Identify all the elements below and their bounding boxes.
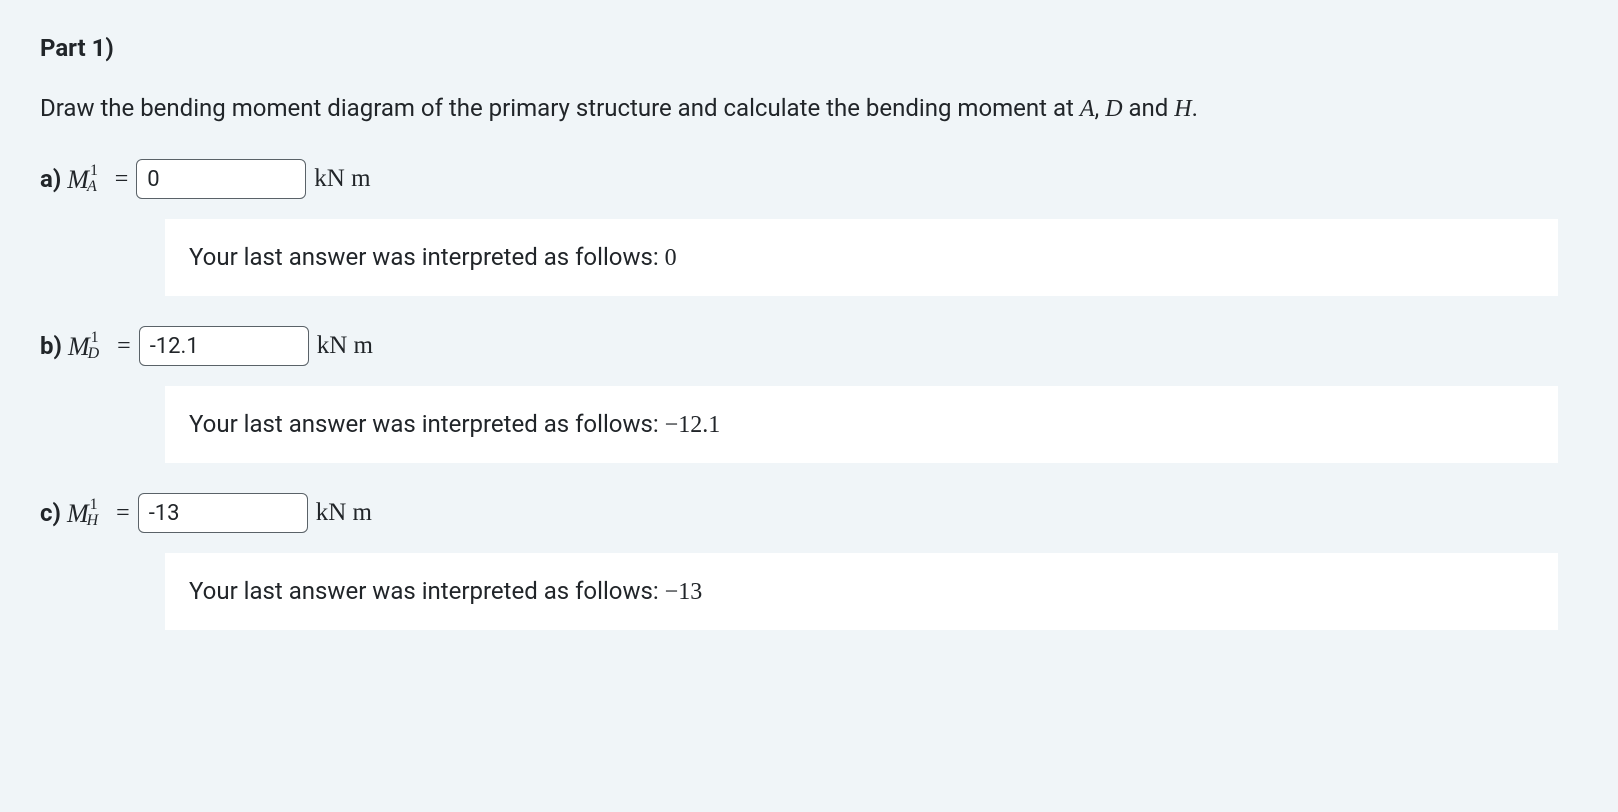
instruction-end: .	[1192, 94, 1198, 122]
point-a: A	[1080, 96, 1095, 122]
feedback-box-a: Your last answer was interpreted as foll…	[165, 219, 1558, 296]
feedback-prefix-a: Your last answer was interpreted as foll…	[189, 243, 665, 271]
unit-c: kN m	[316, 494, 372, 532]
answer-input-b[interactable]	[139, 326, 309, 366]
moment-main-c: M	[67, 494, 89, 533]
answer-input-a[interactable]	[136, 159, 306, 199]
moment-main-a: M	[67, 160, 89, 199]
moment-sub-b: D	[88, 342, 100, 366]
point-h: H	[1174, 96, 1191, 122]
feedback-box-c: Your last answer was interpreted as foll…	[165, 553, 1558, 630]
feedback-box-b: Your last answer was interpreted as foll…	[165, 386, 1558, 463]
answer-input-c[interactable]	[138, 493, 308, 533]
instruction-text: Draw the bending moment diagram of the p…	[40, 90, 1578, 127]
equals-b: =	[117, 328, 131, 364]
moment-sub-c: H	[87, 509, 99, 533]
unit-b: kN m	[317, 327, 373, 365]
instruction-sep2: and	[1123, 94, 1175, 122]
moment-sub-a: A	[87, 175, 97, 199]
question-label-a: a)	[40, 161, 61, 197]
moment-main-b: M	[68, 327, 90, 366]
question-row-b: b) M 1 D = kN m	[40, 326, 1578, 366]
point-d: D	[1105, 96, 1122, 122]
feedback-value-c: −13	[665, 579, 703, 605]
unit-a: kN m	[314, 160, 370, 198]
instruction-start: Draw the bending moment diagram of the p…	[40, 94, 1080, 122]
instruction-sep1: ,	[1095, 94, 1106, 122]
equals-a: =	[115, 161, 129, 197]
question-row-a: a) M 1 A = kN m	[40, 159, 1578, 199]
moment-symbol-a: M 1 A	[67, 160, 106, 199]
part-container: Part 1) Draw the bending moment diagram …	[40, 30, 1578, 630]
question-row-c: c) M 1 H = kN m	[40, 493, 1578, 533]
moment-symbol-b: M 1 D	[68, 327, 109, 366]
feedback-value-b: −12.1	[665, 412, 721, 438]
part-title: Part 1)	[40, 30, 1578, 66]
question-label-b: b)	[40, 328, 62, 364]
feedback-value-a: 0	[665, 245, 677, 271]
equals-c: =	[116, 495, 130, 531]
moment-symbol-c: M 1 H	[67, 494, 108, 533]
feedback-prefix-c: Your last answer was interpreted as foll…	[189, 577, 665, 605]
feedback-prefix-b: Your last answer was interpreted as foll…	[189, 410, 665, 438]
question-label-c: c)	[40, 495, 61, 531]
